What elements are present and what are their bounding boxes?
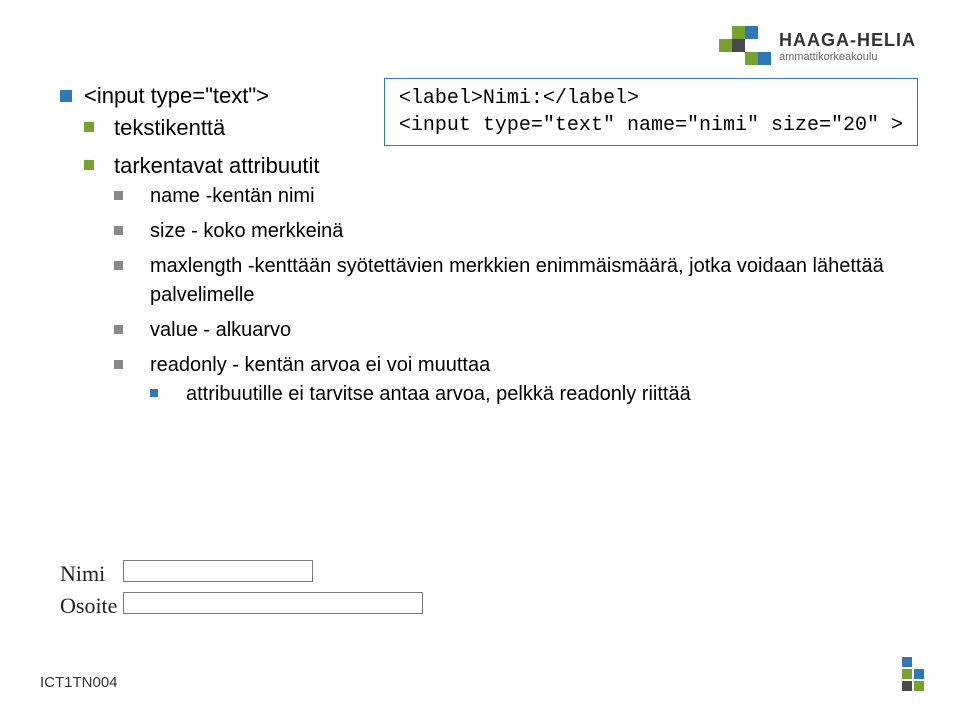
- form-label-osoite: Osoite: [60, 590, 123, 622]
- logo-text: HAAGA-HELIA ammattikorkeakoulu: [779, 26, 916, 63]
- bullet-l1-text: <input type="text">: [84, 83, 269, 108]
- logo-subtitle: ammattikorkeakoulu: [779, 51, 916, 63]
- square-bullet-icon: [84, 160, 94, 170]
- bullet-l3: name -kentän nimi: [114, 182, 900, 211]
- square-bullet-icon: [114, 325, 123, 334]
- bullet-l3-text: readonly - kentän arvoa ei voi muuttaa: [150, 354, 490, 376]
- form-input-osoite: [123, 592, 423, 614]
- form-input-nimi: [123, 560, 313, 582]
- bullet-l2-text: tekstikenttä: [114, 115, 225, 140]
- bullet-l3: value - alkuarvo: [114, 316, 900, 345]
- square-bullet-icon: [84, 122, 94, 132]
- form-figure: Nimi Osoite: [60, 558, 429, 622]
- bullet-l3: readonly - kentän arvoa ei voi muuttaa a…: [114, 351, 900, 409]
- square-bullet-icon: [150, 389, 158, 397]
- logo-title: HAAGA-HELIA: [779, 30, 916, 51]
- square-bullet-icon: [114, 191, 123, 200]
- footer-course-code: ICT1TN004: [40, 674, 118, 691]
- square-bullet-icon: [60, 90, 72, 102]
- bullet-l3-text: maxlength -kenttään syötettävien merkkie…: [150, 255, 884, 306]
- corner-decoration: [902, 657, 924, 691]
- bullet-l3-text: name -kentän nimi: [150, 185, 315, 207]
- bullet-l2: tekstikenttä: [84, 112, 900, 144]
- square-bullet-icon: [114, 261, 123, 270]
- bullet-l3: size - koko merkkeinä: [114, 217, 900, 246]
- bullet-l4-text: attribuutille ei tarvitse antaa arvoa, p…: [186, 383, 691, 405]
- bullet-l2: tarkentavat attribuutit name -kentän nim…: [84, 150, 900, 409]
- logo: HAAGA-HELIA ammattikorkeakoulu: [719, 26, 916, 70]
- form-label-nimi: Nimi: [60, 558, 123, 590]
- bullet-l2-text: tarkentavat attribuutit: [114, 153, 319, 178]
- bullet-l3-text: value - alkuarvo: [150, 319, 291, 341]
- square-bullet-icon: [114, 360, 123, 369]
- bullet-l1: <input type="text"> tekstikenttä tarkent…: [60, 80, 900, 409]
- bullet-l4: attribuutille ei tarvitse antaa arvoa, p…: [150, 380, 900, 409]
- content-area: <input type="text"> tekstikenttä tarkent…: [60, 80, 900, 415]
- square-bullet-icon: [114, 226, 123, 235]
- logo-mark: [719, 26, 771, 70]
- bullet-l3: maxlength -kenttään syötettävien merkkie…: [114, 252, 900, 310]
- slide-root: HAAGA-HELIA ammattikorkeakoulu <label>Ni…: [0, 0, 960, 717]
- bullet-l3-text: size - koko merkkeinä: [150, 220, 343, 242]
